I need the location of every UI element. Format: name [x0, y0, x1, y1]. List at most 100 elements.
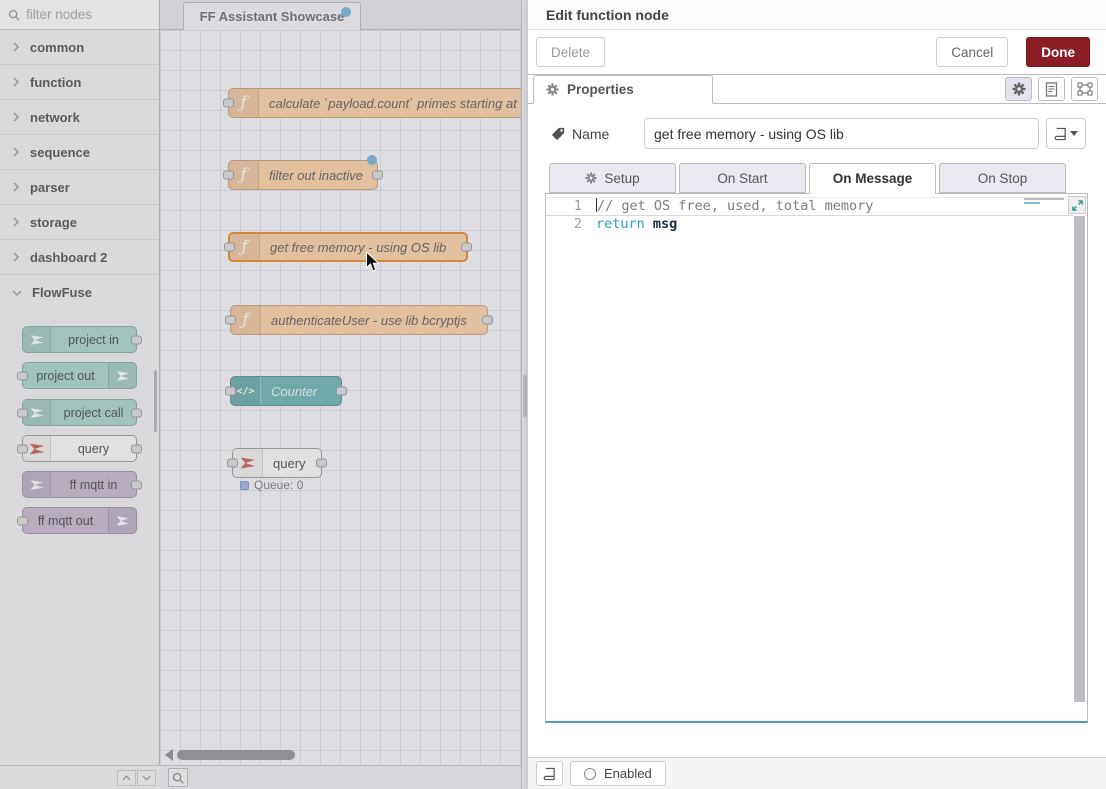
palette-node-ff-mqtt-out[interactable]: ff mqtt out [22, 507, 137, 534]
separator-drag-handle[interactable] [523, 375, 527, 417]
input-port[interactable] [225, 387, 236, 396]
node-changed-dot [367, 155, 377, 165]
name-label: Name [551, 126, 644, 142]
workspace-tabbar: FF Assistant Showcase [160, 0, 521, 30]
tab-on-start[interactable]: On Start [679, 163, 806, 193]
chevron-right-icon [12, 147, 20, 157]
gear-icon [585, 172, 597, 184]
tab-on-stop[interactable]: On Stop [939, 163, 1066, 193]
description-section-button[interactable] [1038, 77, 1065, 101]
counter-node[interactable]: </> Counter [230, 376, 342, 406]
zoom-search-button[interactable] [168, 768, 188, 787]
input-port[interactable] [223, 99, 234, 108]
name-row: Name [551, 118, 1089, 149]
chevron-up-icon [122, 774, 131, 782]
palette-node-project-out[interactable]: project out [22, 362, 137, 389]
flow-workspace: FF Assistant Showcase ƒ calculate `paylo… [160, 0, 521, 789]
hscroll-left-arrow[interactable] [165, 749, 173, 761]
input-port[interactable] [223, 171, 234, 180]
input-port[interactable] [17, 516, 28, 525]
output-port[interactable] [336, 387, 347, 396]
input-port[interactable] [17, 408, 28, 417]
appearance-icon [1077, 82, 1093, 96]
function-node-authenticate-user[interactable]: ƒ authenticateUser - use lib bcryptjs [230, 305, 488, 335]
palette-category-network[interactable]: network [0, 100, 159, 135]
function-node-get-free-memory[interactable]: ƒ get free memory - using OS lib [228, 232, 468, 262]
chevron-right-icon [12, 252, 20, 262]
done-button[interactable]: Done [1026, 37, 1090, 67]
cancel-button[interactable]: Cancel [936, 37, 1008, 67]
output-port[interactable] [131, 335, 142, 344]
input-port[interactable] [17, 444, 28, 453]
gear-icon [1012, 82, 1026, 96]
palette-category-dashboard2[interactable]: dashboard 2 [0, 240, 159, 275]
palette-footer [0, 765, 160, 789]
palette-category-function[interactable]: function [0, 65, 159, 100]
status-dot [240, 481, 249, 490]
tab-properties[interactable]: Properties [533, 75, 713, 104]
tab-on-message[interactable]: On Message [809, 163, 936, 194]
delete-button[interactable]: Delete [536, 37, 605, 67]
chevron-right-icon [12, 77, 20, 87]
palette-category-common[interactable]: common [0, 30, 159, 65]
hscroll-thumb[interactable] [177, 750, 295, 760]
palette-collapse-all-button[interactable] [117, 770, 136, 786]
book-icon [543, 767, 556, 781]
dialog-section-buttons [1005, 77, 1098, 101]
flow-tab[interactable]: FF Assistant Showcase [183, 2, 361, 30]
function-node-calculate-primes[interactable]: ƒ calculate `payload.count` primes start… [228, 88, 521, 118]
palette-category-storage[interactable]: storage [0, 205, 159, 240]
tag-icon [551, 127, 565, 141]
palette-expand-all-button[interactable] [137, 770, 156, 786]
palette-scrollbar[interactable] [154, 370, 157, 432]
palette-node-ff-mqtt-in[interactable]: ff mqtt in [22, 471, 137, 498]
name-input[interactable] [644, 118, 1039, 149]
palette-node-project-call[interactable]: project call [22, 399, 137, 426]
enabled-toggle-button[interactable]: Enabled [570, 761, 666, 786]
palette-category-sequence[interactable]: sequence [0, 135, 159, 170]
output-port[interactable] [372, 171, 383, 180]
chevron-down-icon [12, 289, 22, 297]
output-port[interactable] [461, 243, 472, 252]
code-line-1: 1 // get OS free, used, total memory [546, 197, 1073, 216]
palette-node-query[interactable]: query [22, 435, 137, 462]
function-node-filter-out-inactive[interactable]: ƒ filter out inactive [228, 160, 378, 190]
output-port[interactable] [131, 444, 142, 453]
editor-scrollbar[interactable] [1074, 216, 1085, 702]
book-icon [1054, 127, 1067, 141]
flowfuse-icon [23, 472, 51, 497]
query-node[interactable]: query [232, 448, 322, 478]
function-code-editor[interactable]: 1 // get OS free, used, total memory 2 r… [545, 193, 1088, 723]
expand-icon [1072, 200, 1083, 211]
palette-category-flowfuse[interactable]: FlowFuse [0, 275, 159, 310]
input-port[interactable] [224, 243, 235, 252]
appearance-section-button[interactable] [1071, 77, 1098, 101]
query-node-status: Queue: 0 [240, 478, 303, 492]
palette-filter[interactable]: filter nodes [0, 0, 159, 30]
dialog-form: Name Setup On Start On Message On Stop [528, 104, 1106, 757]
palette-node-project-in[interactable]: project in [22, 326, 137, 353]
search-icon [8, 9, 20, 21]
output-port[interactable] [131, 408, 142, 417]
document-icon [1045, 82, 1058, 97]
input-port[interactable] [17, 371, 28, 380]
output-port[interactable] [482, 316, 493, 325]
input-port[interactable] [227, 459, 238, 468]
palette-category-parser[interactable]: parser [0, 170, 159, 205]
output-port[interactable] [131, 480, 142, 489]
chevron-right-icon [12, 182, 20, 192]
output-port[interactable] [316, 459, 327, 468]
palette-sidebar: filter nodes common function network seq… [0, 0, 160, 789]
tab-setup[interactable]: Setup [549, 163, 676, 193]
dialog-toolbar: Delete Cancel Done [528, 30, 1106, 75]
expand-editor-button[interactable] [1068, 196, 1086, 214]
palette-filter-placeholder: filter nodes [26, 7, 92, 22]
properties-section-button[interactable] [1005, 77, 1032, 101]
node-info-button[interactable] [536, 761, 563, 786]
input-port[interactable] [225, 316, 236, 325]
chevron-right-icon [12, 112, 20, 122]
dialog-tabrow: Properties [528, 75, 1106, 104]
library-button[interactable] [1046, 118, 1086, 149]
sidebar-separator[interactable] [521, 0, 528, 789]
code-line-2: 2 return msg [546, 216, 1073, 233]
